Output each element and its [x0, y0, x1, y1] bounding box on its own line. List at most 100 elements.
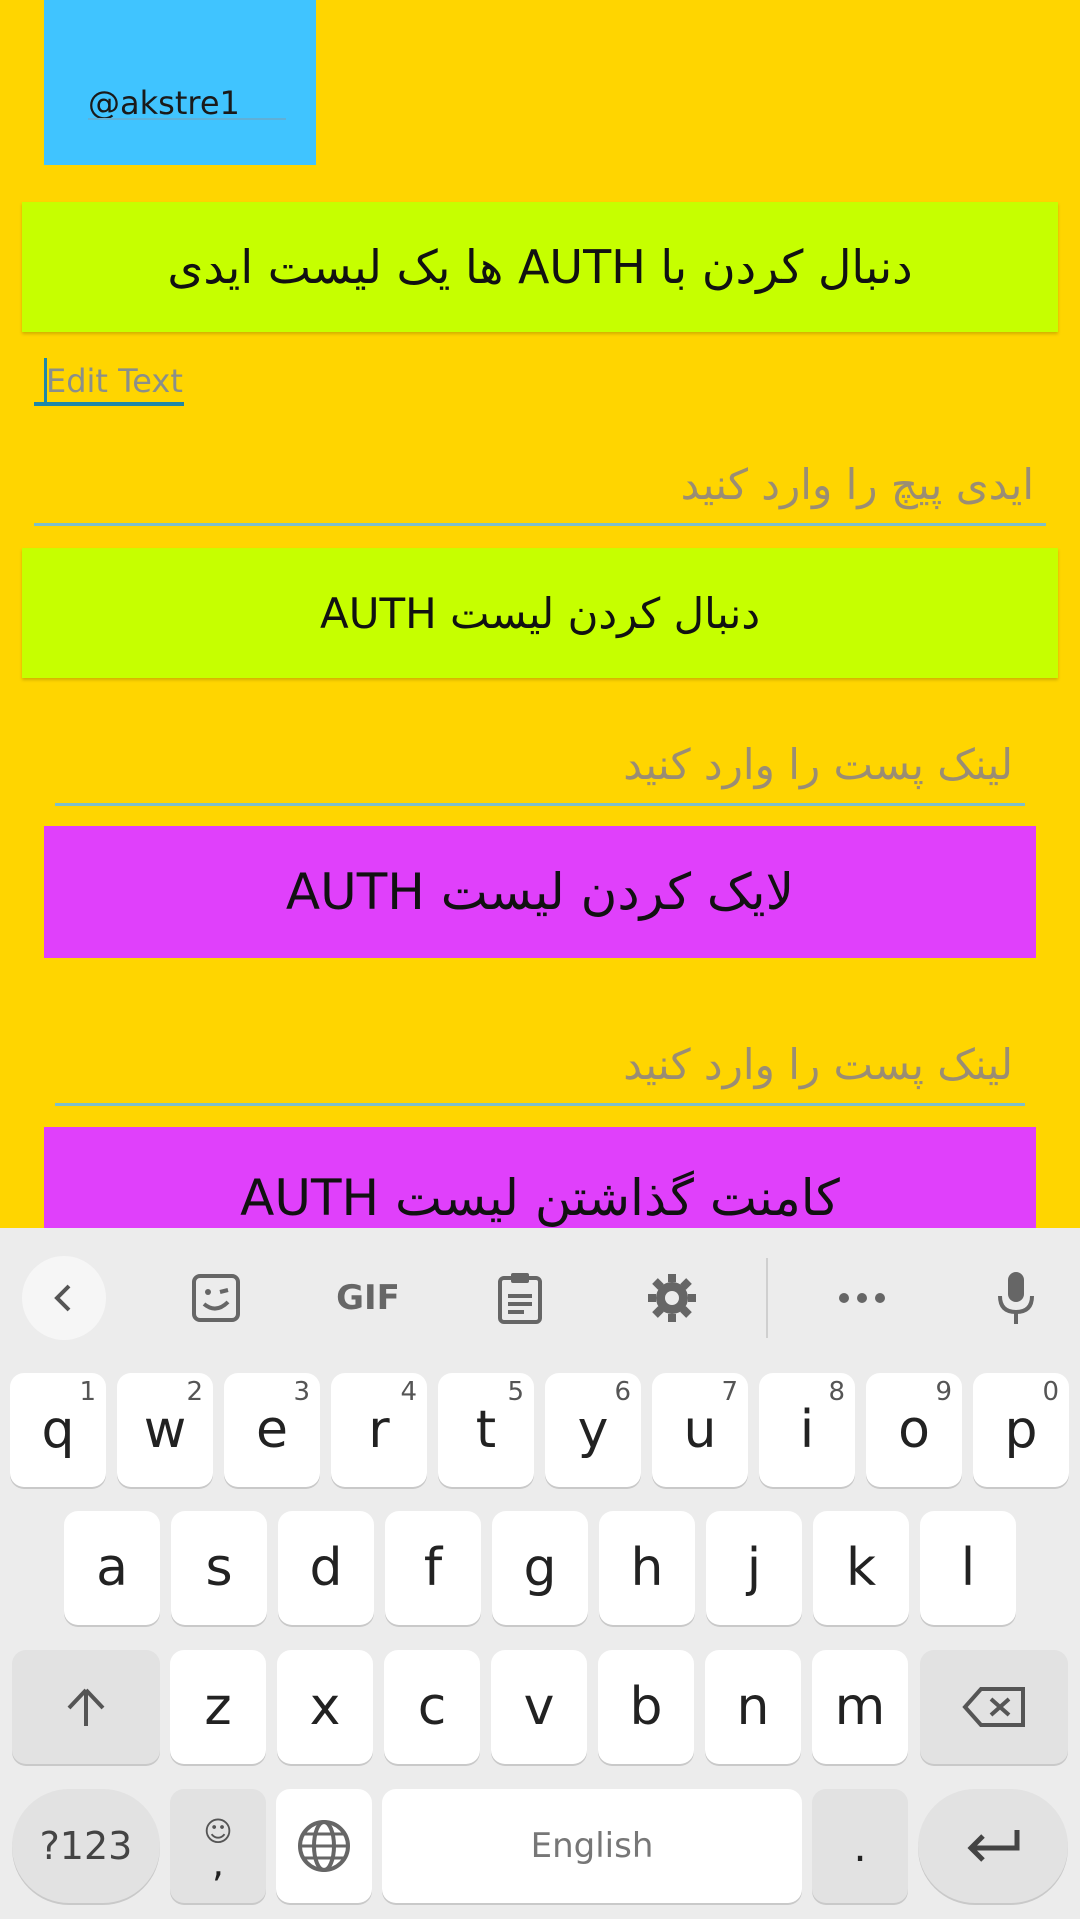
key-i-label: i	[799, 1400, 815, 1460]
key-y-hint: 6	[614, 1377, 631, 1407]
key-r-hint: 4	[400, 1377, 417, 1407]
key-u-label: u	[683, 1400, 717, 1460]
key-a-label: a	[96, 1538, 128, 1598]
key-x-label: x	[309, 1677, 341, 1737]
post-link-input-1[interactable]: لینک پست را وارد کنید	[55, 740, 1025, 806]
more-icon[interactable]	[820, 1256, 904, 1340]
key-l-label: l	[960, 1538, 976, 1598]
post-link-input-2[interactable]: لینک پست را وارد کنید	[55, 1040, 1025, 1106]
follow-with-list-button[interactable]: دنبال کردن با AUTH ها یک لیست ایدی	[22, 202, 1058, 332]
key-o[interactable]: o9	[866, 1373, 962, 1487]
key-y[interactable]: y6	[545, 1373, 641, 1487]
back-icon[interactable]	[22, 1256, 106, 1340]
enter-icon	[967, 1830, 1020, 1862]
key-n-label: n	[736, 1677, 770, 1737]
key-i[interactable]: i8	[759, 1373, 855, 1487]
key-a[interactable]: a	[64, 1511, 160, 1625]
key-n[interactable]: n	[705, 1650, 801, 1764]
key-q-label: q	[41, 1400, 75, 1460]
key-x[interactable]: x	[277, 1650, 373, 1764]
key-e-hint: 3	[293, 1377, 310, 1407]
key-q-hint: 1	[79, 1377, 96, 1407]
key-t-label: t	[475, 1400, 497, 1460]
edit-text-placeholder: Edit Text	[46, 362, 183, 400]
comma-label: ,	[211, 1840, 225, 1885]
key-q[interactable]: q1	[10, 1373, 106, 1487]
key-d[interactable]: d	[278, 1511, 374, 1625]
key-b-label: b	[629, 1677, 663, 1737]
emoji-comma-key[interactable]: ☺ ,	[170, 1789, 266, 1903]
key-z[interactable]: z	[170, 1650, 266, 1764]
key-u-hint: 7	[721, 1377, 738, 1407]
page-id-input[interactable]: ایدی پیچ را وارد کنید	[34, 460, 1046, 526]
key-m-label: m	[834, 1677, 886, 1737]
key-i-hint: 8	[828, 1377, 845, 1407]
key-s[interactable]: s	[171, 1511, 267, 1625]
key-l[interactable]: l	[920, 1511, 1016, 1625]
toolbar-divider	[766, 1258, 768, 1338]
key-u[interactable]: u7	[652, 1373, 748, 1487]
edit-text-field[interactable]: Edit Text	[34, 354, 184, 406]
key-r[interactable]: r4	[331, 1373, 427, 1487]
sticker-icon[interactable]	[174, 1256, 258, 1340]
key-f[interactable]: f	[385, 1511, 481, 1625]
key-k[interactable]: k	[813, 1511, 909, 1625]
key-h[interactable]: h	[599, 1511, 695, 1625]
shift-key[interactable]	[12, 1650, 160, 1764]
key-o-label: o	[898, 1400, 930, 1460]
key-c[interactable]: c	[384, 1650, 480, 1764]
key-y-label: y	[577, 1400, 609, 1460]
backspace-key[interactable]	[920, 1650, 1068, 1764]
follow-with-list-label: دنبال کردن با AUTH ها یک لیست ایدی	[167, 240, 913, 294]
gif-label: GIF	[336, 1278, 400, 1318]
key-p-label: p	[1004, 1400, 1038, 1460]
key-p-hint: 0	[1042, 1377, 1059, 1407]
account-underline	[88, 118, 286, 120]
key-v[interactable]: v	[491, 1650, 587, 1764]
key-m[interactable]: m	[812, 1650, 908, 1764]
follow-list-button[interactable]: دنبال کردن لیست AUTH	[22, 548, 1058, 678]
page-id-underline	[34, 523, 1046, 526]
key-w-label: w	[143, 1400, 187, 1460]
key-b[interactable]: b	[598, 1650, 694, 1764]
account-box: @akstre1	[44, 0, 316, 165]
key-k-label: k	[845, 1538, 877, 1598]
space-bar[interactable]: English	[382, 1789, 802, 1903]
follow-list-label: دنبال کردن لیست AUTH	[319, 588, 761, 638]
post-link-underline-1	[55, 803, 1025, 806]
like-list-label: لایک کردن لیست AUTH	[285, 863, 795, 921]
clipboard-icon[interactable]	[478, 1256, 562, 1340]
key-r-label: r	[368, 1400, 390, 1460]
symbols-key[interactable]: ?123	[12, 1789, 160, 1903]
key-w[interactable]: w2	[117, 1373, 213, 1487]
comment-list-label: کامنت گذاشتن لیست AUTH	[240, 1169, 840, 1227]
period-key[interactable]: .	[812, 1789, 908, 1903]
gif-button[interactable]: GIF	[326, 1256, 410, 1340]
key-f-label: f	[423, 1538, 443, 1598]
post-link-placeholder-1: لینک پست را وارد کنید	[623, 740, 1013, 789]
gear-icon[interactable]	[630, 1256, 714, 1340]
key-c-label: c	[417, 1677, 447, 1737]
text-cursor	[44, 358, 47, 402]
key-j[interactable]: j	[706, 1511, 802, 1625]
post-link-placeholder-2: لینک پست را وارد کنید	[623, 1040, 1013, 1089]
key-s-label: s	[205, 1538, 233, 1598]
key-g[interactable]: g	[492, 1511, 588, 1625]
key-g-label: g	[523, 1538, 557, 1598]
enter-key[interactable]	[918, 1789, 1068, 1903]
globe-key[interactable]	[276, 1789, 372, 1903]
post-link-underline-2	[55, 1103, 1025, 1106]
key-o-hint: 9	[935, 1377, 952, 1407]
key-w-hint: 2	[186, 1377, 203, 1407]
globe-icon	[298, 1820, 350, 1872]
like-list-button[interactable]: لایک کردن لیست AUTH	[44, 826, 1036, 958]
key-z-label: z	[204, 1677, 232, 1737]
key-v-label: v	[523, 1677, 555, 1737]
space-label: English	[530, 1826, 654, 1866]
key-p[interactable]: p0	[973, 1373, 1069, 1487]
edit-text-underline	[34, 402, 184, 406]
key-t[interactable]: t5	[438, 1373, 534, 1487]
mic-icon[interactable]	[974, 1256, 1058, 1340]
page-id-placeholder: ایدی پیچ را وارد کنید	[680, 460, 1034, 509]
key-e[interactable]: e3	[224, 1373, 320, 1487]
